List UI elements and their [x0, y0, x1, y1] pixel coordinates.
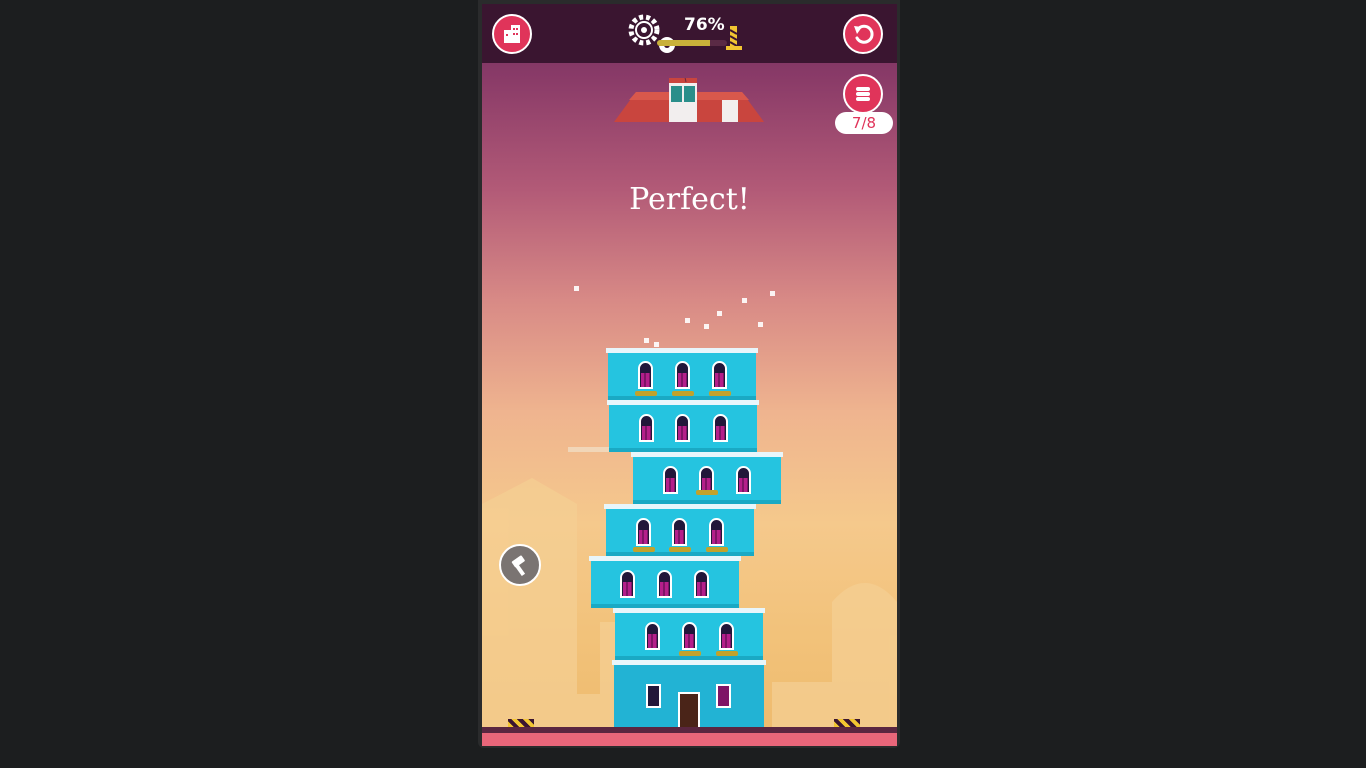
sparkle-particle — [685, 318, 690, 323]
floors-counter: 7/8 — [835, 112, 893, 134]
window — [675, 414, 690, 442]
sparkle-particle — [644, 338, 649, 343]
progress-bar — [657, 40, 727, 46]
road-barrier — [508, 719, 534, 727]
window — [639, 414, 654, 442]
window — [672, 518, 687, 546]
sparkle-particle — [654, 342, 659, 347]
window — [636, 518, 651, 546]
window — [713, 414, 728, 442]
sparkle-particle — [770, 291, 775, 296]
tower-floor — [606, 348, 758, 400]
sparkle-particle — [742, 298, 747, 303]
ground-window — [646, 684, 661, 708]
tower-floor — [607, 400, 759, 452]
window — [709, 518, 724, 546]
previous-floor-slab — [568, 447, 614, 452]
tower-floor — [631, 452, 783, 504]
tower-floor — [604, 504, 756, 556]
ground-floor — [612, 660, 766, 728]
road-barrier — [834, 719, 860, 727]
gears-icon — [628, 14, 675, 53]
city-button[interactable] — [492, 14, 532, 54]
sparkle-particle — [704, 324, 709, 329]
floors-button[interactable] — [843, 74, 883, 114]
tower-floor — [613, 608, 765, 660]
progress-fill — [657, 40, 711, 46]
window — [663, 466, 678, 494]
window — [694, 570, 709, 598]
hammer-icon — [511, 555, 526, 577]
entrance-door — [678, 692, 700, 728]
sparkle-particle — [574, 286, 579, 291]
ground-sidewalk — [482, 733, 897, 746]
hammer-button[interactable] — [499, 544, 541, 586]
sparkle-particle — [758, 322, 763, 327]
flower-planter — [696, 490, 718, 495]
window — [736, 466, 751, 494]
roof-block — [614, 78, 764, 122]
window — [719, 622, 734, 650]
restart-arrow-icon — [854, 24, 874, 44]
window — [675, 361, 690, 389]
city-buildings-icon — [504, 25, 520, 43]
progress-percent: 76% — [684, 15, 725, 35]
crane-icon — [726, 26, 742, 50]
stacked-floors-icon — [856, 87, 870, 101]
perfect-message: Perfect! — [629, 182, 750, 217]
top-bar: 76% — [482, 4, 897, 63]
window — [645, 622, 660, 650]
window — [682, 622, 697, 650]
window — [712, 361, 727, 389]
game-screen[interactable]: 76% 7/8 Perfect! — [482, 4, 897, 746]
window — [620, 570, 635, 598]
tower-floor — [589, 556, 741, 608]
window — [657, 570, 672, 598]
restart-button[interactable] — [843, 14, 883, 54]
ground-window — [716, 684, 731, 708]
window — [638, 361, 653, 389]
sparkle-particle — [717, 311, 722, 316]
